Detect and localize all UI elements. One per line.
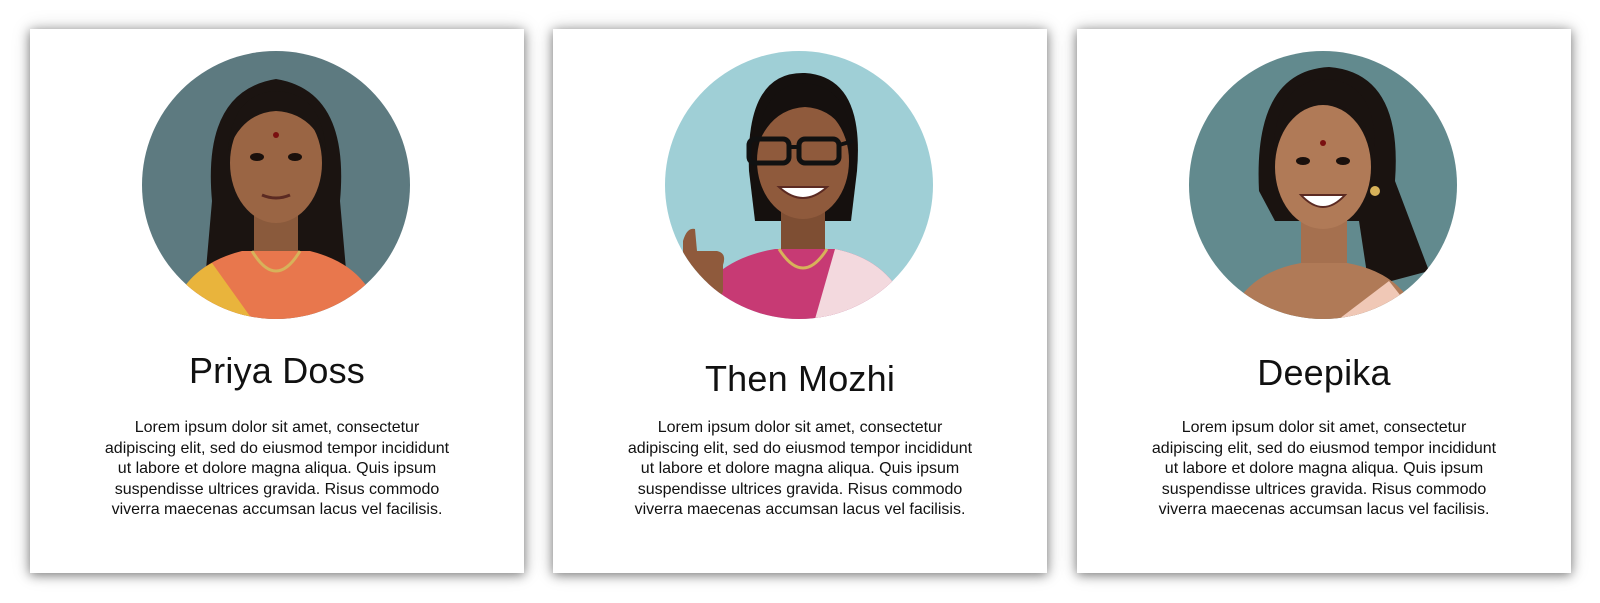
portrait-image	[1189, 51, 1457, 319]
profile-photo	[665, 51, 933, 319]
profile-card: Priya Doss Lorem ipsum dolor sit amet, c…	[30, 29, 524, 573]
profile-photo	[142, 51, 410, 319]
profile-card: Then Mozhi Lorem ipsum dolor sit amet, c…	[553, 29, 1047, 573]
profile-name: Priya Doss	[188, 350, 366, 391]
profile-photo	[1189, 51, 1457, 319]
portrait-image	[665, 51, 933, 319]
profile-name: Deepika	[1257, 352, 1391, 393]
profile-description: Lorem ipsum dolor sit amet, consectetur …	[104, 419, 450, 518]
profile-name: Then Mozhi	[704, 358, 896, 399]
portrait-image	[142, 51, 410, 319]
profile-description: Lorem ipsum dolor sit amet, consectetur …	[1151, 419, 1497, 518]
profile-description: Lorem ipsum dolor sit amet, consectetur …	[627, 419, 973, 518]
profile-cards-section: Priya Doss Lorem ipsum dolor sit amet, c…	[0, 0, 1600, 603]
profile-card: Deepika Lorem ipsum dolor sit amet, cons…	[1077, 29, 1571, 573]
